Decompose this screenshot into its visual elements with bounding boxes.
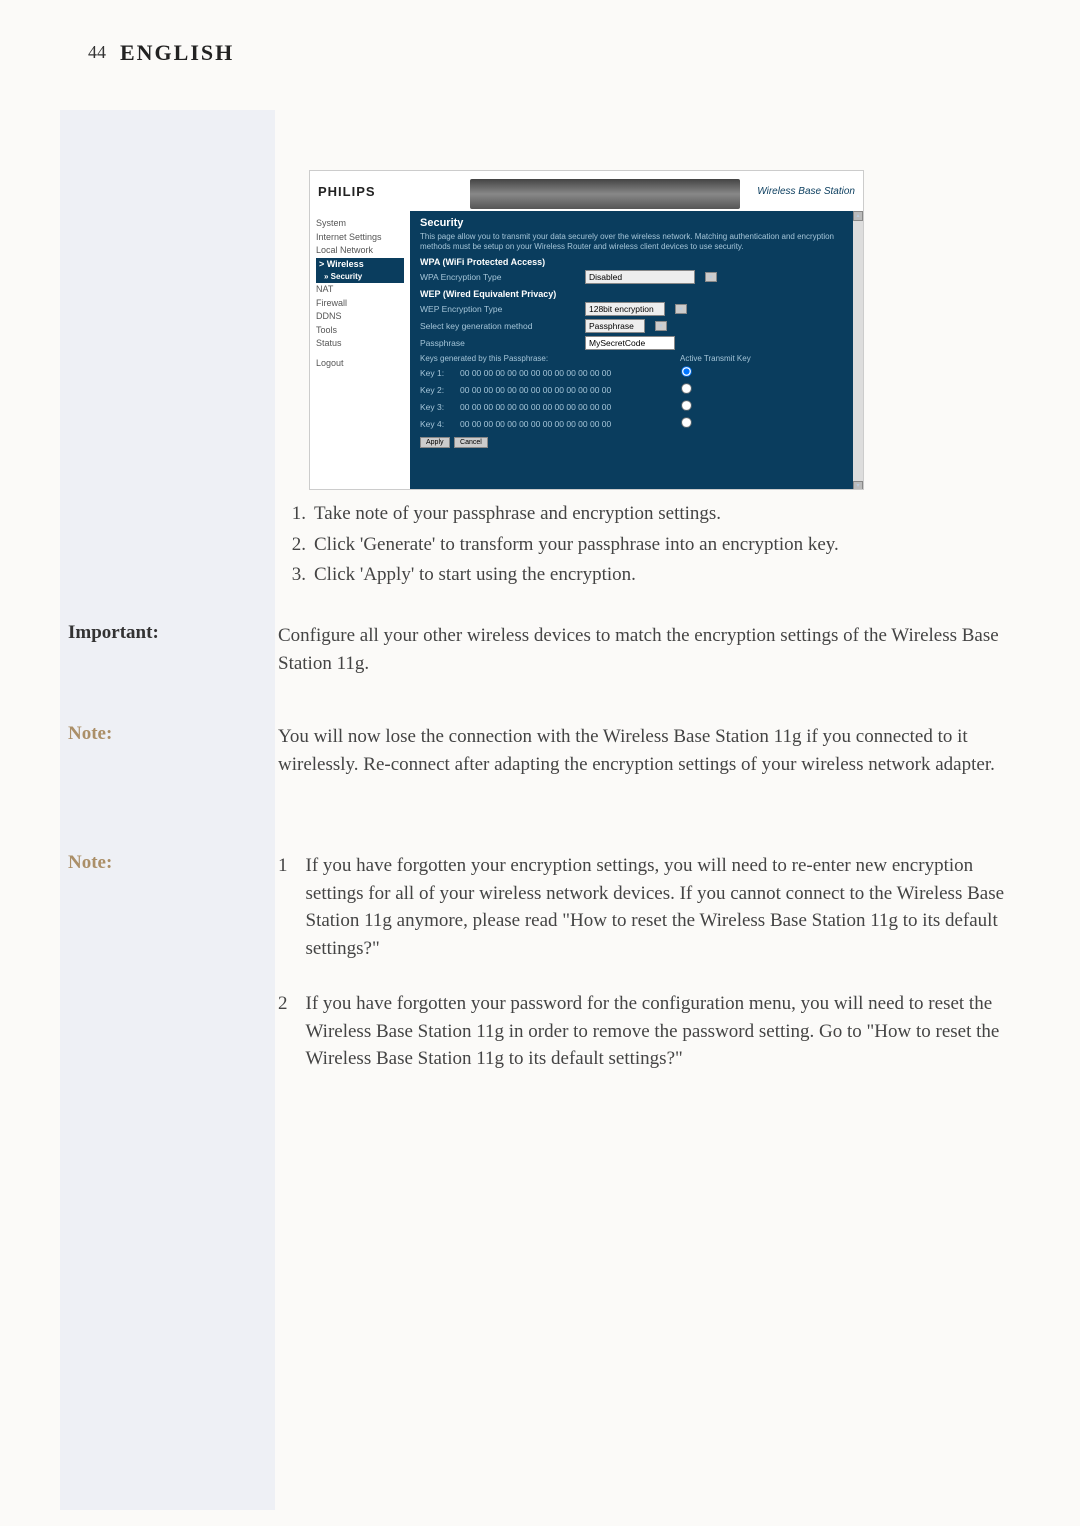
note-1-label: Note: [68,723,112,745]
step-2-text: Click 'Generate' to transform your passp… [314,531,839,560]
chevron-down-icon[interactable]: ▾ [675,304,687,314]
router-admin-screenshot: PHILIPS Wireless Base Station System Int… [309,170,864,490]
wep-type-select[interactable]: 128bit encryption [585,302,665,316]
nav-item-local[interactable]: Local Network [316,244,404,258]
nav-item-ddns[interactable]: DDNS [316,310,404,324]
wep-heading: WEP (Wired Equivalent Privacy) [420,289,853,299]
wpa-heading: WPA (WiFi Protected Access) [420,257,853,267]
nav-item-nat[interactable]: NAT [316,283,404,297]
wpa-type-select[interactable]: Disabled [585,270,695,284]
nav-item-system[interactable]: System [316,217,404,231]
header-banner-image [470,179,740,209]
note-2-list: 1If you have forgotten your encryption s… [278,852,1033,1073]
keys-generated-label: Keys generated by this Passphrase: [420,354,680,363]
key-4-value: 00 00 00 00 00 00 00 00 00 00 00 00 00 [460,419,680,429]
keygen-method-select[interactable]: Passphrase [585,319,645,333]
nav-item-tools[interactable]: Tools [316,324,404,338]
instructions-list: 1.Take note of your passphrase and encry… [278,498,841,592]
brand-logo: PHILIPS [318,184,376,199]
scroll-up-icon[interactable]: ▴ [853,211,863,221]
keygen-method-label: Select key generation method [420,321,575,331]
key-1-value: 00 00 00 00 00 00 00 00 00 00 00 00 00 [460,368,680,378]
step-1-num: 1. [280,500,312,529]
passphrase-label: Passphrase [420,338,575,348]
key-2-label: Key 2: [420,385,460,395]
admin-main-panel: Security This page allow you to transmit… [410,211,863,490]
left-color-bar [60,110,275,1510]
chevron-down-icon[interactable]: ▾ [705,272,717,282]
security-description: This page allow you to transmit your dat… [420,232,853,251]
scroll-down-icon[interactable]: ▾ [853,481,863,490]
nav-item-wireless[interactable]: > Wireless [316,258,404,272]
key-4-radio[interactable] [681,417,691,427]
nav-sub-security[interactable]: » Security [316,271,404,283]
wpa-type-label: WPA Encryption Type [420,272,575,282]
key-1-radio[interactable] [681,366,691,376]
key-row-4: Key 4: 00 00 00 00 00 00 00 00 00 00 00 … [420,416,853,431]
product-tagline: Wireless Base Station [757,186,855,197]
nav-item-internet[interactable]: Internet Settings [316,231,404,245]
step-3-text: Click 'Apply' to start using the encrypt… [314,561,839,590]
key-4-label: Key 4: [420,419,460,429]
scrollbar[interactable]: ▴ ▾ [853,211,863,490]
key-1-label: Key 1: [420,368,460,378]
note2-item2-num: 2 [278,990,306,1073]
important-label: Important: [68,622,159,644]
step-1-text: Take note of your passphrase and encrypt… [314,500,839,529]
admin-nav-sidebar: System Internet Settings Local Network >… [310,211,410,490]
page-title: ENGLISH [120,40,234,66]
security-heading: Security [420,217,853,229]
note2-item1-text: If you have forgotten your encryption se… [306,852,1034,962]
key-3-label: Key 3: [420,402,460,412]
nav-item-firewall[interactable]: Firewall [316,297,404,311]
step-3-num: 3. [280,561,312,590]
nav-item-logout[interactable]: Logout [316,357,404,371]
chevron-down-icon[interactable]: ▾ [655,321,667,331]
note2-item2-text: If you have forgotten your password for … [306,990,1034,1073]
key-row-3: Key 3: 00 00 00 00 00 00 00 00 00 00 00 … [420,399,853,414]
apply-button[interactable]: Apply [420,437,450,448]
wep-type-label: WEP Encryption Type [420,304,575,314]
key-row-2: Key 2: 00 00 00 00 00 00 00 00 00 00 00 … [420,382,853,397]
key-3-value: 00 00 00 00 00 00 00 00 00 00 00 00 00 [460,402,680,412]
active-transmit-key-label: Active Transmit Key [680,354,751,363]
important-text: Configure all your other wireless device… [278,622,1023,677]
key-3-radio[interactable] [681,400,691,410]
note-1-text: You will now lose the connection with th… [278,723,1030,778]
passphrase-input[interactable]: MySecretCode [585,336,675,350]
page-number: 44 [88,42,106,63]
step-2-num: 2. [280,531,312,560]
key-2-value: 00 00 00 00 00 00 00 00 00 00 00 00 00 [460,385,680,395]
key-2-radio[interactable] [681,383,691,393]
cancel-button[interactable]: Cancel [454,437,488,448]
nav-item-status[interactable]: Status [316,337,404,351]
note2-item1-num: 1 [278,852,306,962]
key-row-1: Key 1: 00 00 00 00 00 00 00 00 00 00 00 … [420,365,853,380]
note-2-label: Note: [68,852,112,874]
